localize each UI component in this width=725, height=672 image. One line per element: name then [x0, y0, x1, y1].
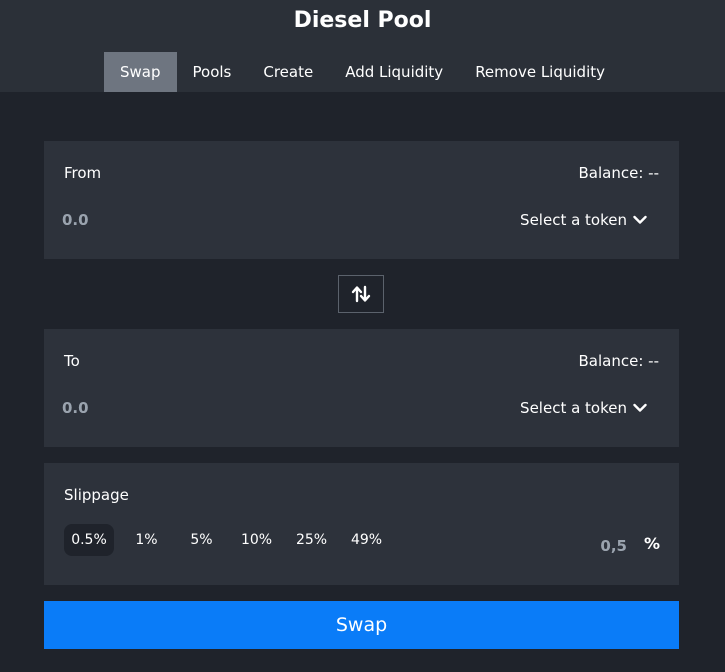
to-token-select[interactable]: Select a token	[520, 399, 647, 417]
to-amount-input[interactable]	[62, 395, 262, 421]
tab-add-liquidity[interactable]: Add Liquidity	[329, 52, 459, 92]
app-title: Diesel Pool	[293, 8, 432, 33]
swap-arrows-icon	[351, 285, 371, 303]
slippage-percent-unit: %	[643, 534, 660, 553]
slippage-custom-input[interactable]	[567, 535, 627, 557]
from-balance: Balance: --	[578, 164, 659, 182]
to-balance: Balance: --	[578, 352, 659, 370]
slippage-label: Slippage	[64, 486, 129, 504]
from-token-select[interactable]: Select a token	[520, 211, 647, 229]
swap-button[interactable]: Swap	[44, 601, 679, 649]
slippage-option-25[interactable]: 25%	[284, 524, 339, 556]
slippage-option-1[interactable]: 1%	[119, 524, 174, 556]
from-panel: From Balance: -- Select a token	[44, 141, 679, 259]
slippage-option-0-5[interactable]: 0.5%	[64, 524, 114, 556]
slippage-panel: Slippage 0.5% 1% 5% 10% 25% 49% %	[44, 463, 679, 585]
slippage-option-5[interactable]: 5%	[174, 524, 229, 556]
app-header: Diesel Pool Swap Pools Create Add Liquid…	[0, 0, 725, 92]
slippage-option-10[interactable]: 10%	[229, 524, 284, 556]
slippage-options: 0.5% 1% 5% 10% 25% 49%	[64, 524, 394, 556]
switch-direction-button[interactable]	[338, 275, 384, 313]
to-token-select-label: Select a token	[520, 399, 627, 417]
from-amount-input[interactable]	[62, 207, 262, 233]
tab-swap[interactable]: Swap	[103, 52, 177, 92]
to-panel: To Balance: -- Select a token	[44, 329, 679, 447]
chevron-down-icon	[633, 215, 647, 224]
from-token-select-label: Select a token	[520, 211, 627, 229]
chevron-down-icon	[633, 403, 647, 412]
tab-pools[interactable]: Pools	[177, 52, 248, 92]
to-label: To	[64, 352, 80, 370]
tab-create[interactable]: Create	[247, 52, 329, 92]
nav-tabs: Swap Pools Create Add Liquidity Remove L…	[0, 52, 725, 92]
slippage-option-49[interactable]: 49%	[339, 524, 394, 556]
tab-remove-liquidity[interactable]: Remove Liquidity	[459, 52, 621, 92]
from-label: From	[64, 164, 102, 182]
